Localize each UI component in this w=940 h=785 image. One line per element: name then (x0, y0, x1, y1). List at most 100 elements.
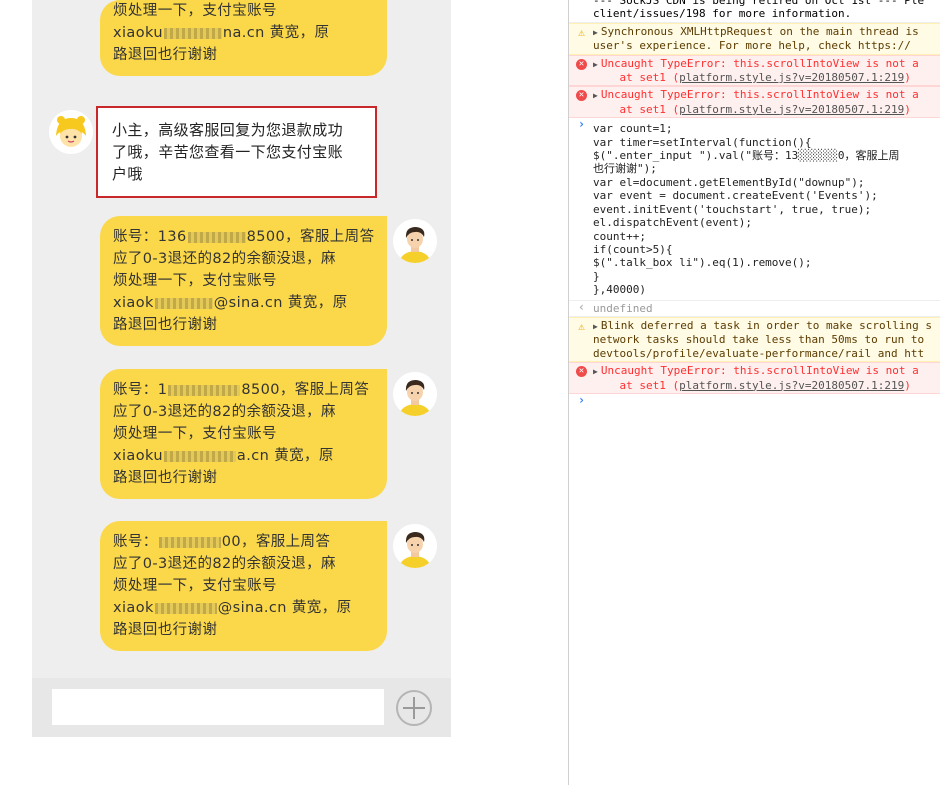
message-line: 烦处理一下，支付宝账号 (113, 270, 374, 292)
message-text: 应了0-3退还的82的余额没退，麻 (113, 404, 336, 420)
message-text: 烦处理一下，支付宝账号 (113, 273, 277, 289)
message-text: xiaoku (113, 25, 163, 41)
message-line: 应了0-3退还的82的余额没退，麻 (113, 401, 374, 423)
message-line: 路退回也行谢谢 (113, 314, 374, 336)
message-text: @sina.cn 黄宽，原 (217, 600, 352, 616)
message-text: 账号： (113, 534, 158, 550)
message-bubble: 烦处理一下，支付宝账号 xiaoku na.cn 黄宽，原 路退回也行谢谢 (100, 0, 387, 76)
console-message-text: --- SockJS CDN is being retired on Oct 1… (593, 0, 925, 21)
expand-triangle-icon[interactable]: ▶ (593, 60, 598, 69)
message-line: 烦处理一下，支付宝账号 (113, 0, 374, 22)
message-text: 烦处理一下，支付宝账号 (113, 578, 277, 594)
console-row-warn: ⚠ ▶ Blink deferred a task in order to make… (569, 316, 940, 363)
message-text: 账号：1 (113, 382, 168, 398)
redacted-mosaic (168, 384, 241, 396)
redacted-mosaic (187, 231, 246, 243)
message-text: 烦处理一下，支付宝账号 (113, 3, 277, 19)
message-line: 烦处理一下，支付宝账号 (113, 423, 374, 445)
message-text: @sina.cn 黄宽，原 (213, 295, 348, 311)
console-row-err: ✕ ▶ Uncaught TypeError: this.scrollIntoVie… (569, 362, 940, 394)
message-line: 路退回也行谢谢 (113, 619, 374, 641)
user-avatar (393, 524, 437, 568)
error-icon: ✕ (576, 90, 587, 102)
message-text: 应了0-3退还的82的余额没退，麻 (113, 556, 336, 572)
message-text: 路退回也行谢谢 (113, 622, 218, 638)
message-text: 路退回也行谢谢 (113, 470, 218, 486)
expand-triangle-icon[interactable]: ▶ (593, 322, 598, 331)
message-text: 应了0-3退还的82的余额没退，麻 (113, 251, 336, 267)
message-text: 8500，客服上周答 (246, 229, 375, 245)
console-message-text: undefined (593, 301, 653, 315)
console-row-err: ✕ ▶ Uncaught TypeError: this.scrollIntoVie… (569, 54, 940, 87)
console-row-prompt: › (569, 394, 940, 412)
console-row-info: --- SockJS CDN is being retired on Oct 1… (569, 0, 940, 23)
console-message-text: var count=1; var timer=setInterval(funct… (593, 122, 900, 297)
message-text: 账号：136 (113, 229, 187, 245)
add-button[interactable] (396, 690, 432, 726)
redacted-mosaic (154, 297, 213, 309)
message-bubble: 账号：1 8500，客服上周答应了0-3退还的82的余额没退，麻 烦处理一下，支付宝… (100, 369, 387, 499)
warning-icon: ⚠ (578, 25, 585, 39)
console-row-result: ‹ undefined (569, 301, 940, 317)
expand-triangle-icon[interactable]: ▶ (593, 91, 598, 100)
console-row-warn: ⚠ ▶ Synchronous XMLHttpRequest on the main… (569, 22, 940, 55)
message-input[interactable] (52, 689, 384, 725)
redacted-mosaic (154, 602, 217, 614)
message-text: xiaok (113, 295, 154, 311)
message-line: 路退回也行谢谢 (113, 467, 374, 489)
message-text: a.cn 黄宽，原 (236, 448, 334, 464)
redacted-mosaic (158, 536, 221, 548)
message-text: na.cn 黄宽，原 (222, 25, 330, 41)
message-line: 账号： 00，客服上周答 (113, 531, 374, 553)
message-line: xiaok @sina.cn 黄宽，原 (113, 597, 374, 619)
source-link-suffix: ) (904, 71, 911, 85)
message-text: xiaoku (113, 448, 163, 464)
support-avatar (49, 110, 93, 154)
redacted-mosaic (163, 27, 222, 39)
message-text: 了哦，辛苦您查看一下您支付宝账 (112, 143, 344, 161)
devtools-console: --- SockJS CDN is being retired on Oct 1… (569, 0, 940, 785)
message-line: xiaoku na.cn 黄宽，原 (113, 22, 374, 44)
user-avatar (393, 219, 437, 263)
return-icon: ‹ (577, 299, 586, 314)
message-text: 路退回也行谢谢 (113, 317, 218, 333)
source-link[interactable]: platform.style.js?v=20180507.1:219 (679, 379, 904, 392)
message-bubble: 账号：136 8500，客服上周答应了0-3退还的82的余额没退，麻 烦处理一下，支… (100, 216, 387, 346)
prompt-icon: › (577, 392, 586, 407)
source-link[interactable]: platform.style.js?v=20180507.1:219 (679, 71, 904, 84)
redacted-mosaic (163, 450, 236, 462)
message-line: 应了0-3退还的82的余额没退，麻 (113, 553, 374, 575)
input-bar (32, 678, 451, 737)
message-bubble: 账号： 00，客服上周答应了0-3退还的82的余额没退，麻 烦处理一下，支付宝账号 x… (100, 521, 387, 651)
expand-triangle-icon[interactable]: ▶ (593, 28, 598, 37)
message-line: 应了0-3退还的82的余额没退，麻 (113, 248, 374, 270)
console-message-text: Blink deferred a task in order to make s… (593, 318, 932, 360)
source-link-suffix: ) (904, 102, 911, 116)
chat-panel: 烦处理一下，支付宝账号 xiaoku na.cn 黄宽，原 路退回也行谢谢 小主，高级客… (32, 0, 451, 737)
message-text: 8500，客服上周答 (241, 382, 370, 398)
message-text: 00，客服上周答 (221, 534, 331, 550)
console-row-err: ✕ ▶ Uncaught TypeError: this.scrollIntoVie… (569, 86, 940, 119)
source-link-suffix: ) (904, 378, 911, 392)
message-line: 烦处理一下，支付宝账号 (113, 575, 374, 597)
source-link[interactable]: platform.style.js?v=20180507.1:219 (679, 103, 904, 116)
message-line: 路退回也行谢谢 (113, 44, 374, 66)
message-line: 户哦 (112, 163, 361, 185)
message-line: 小主，高级客服回复为您退款成功 (112, 119, 361, 141)
error-icon: ✕ (576, 366, 587, 378)
message-text: 户哦 (112, 165, 143, 183)
message-line: 账号：1 8500，客服上周答 (113, 379, 374, 401)
console-message-text: Synchronous XMLHttpRequest on the main t… (593, 24, 919, 53)
message-text: 小主，高级客服回复为您退款成功 (112, 121, 344, 139)
message-line: 账号：136 8500，客服上周答 (113, 226, 374, 248)
user-avatar (393, 372, 437, 416)
message-line: 了哦，辛苦您查看一下您支付宝账 (112, 141, 361, 163)
message-text: 烦处理一下，支付宝账号 (113, 426, 277, 442)
message-text: 路退回也行谢谢 (113, 47, 218, 63)
message-line: xiaoku a.cn 黄宽，原 (113, 445, 374, 467)
prompt-icon: › (577, 117, 586, 132)
console-row-input: › var count=1; var timer=setInterval(func… (569, 117, 940, 301)
highlighted-reply-bubble: 小主，高级客服回复为您退款成功 了哦，辛苦您查看一下您支付宝账 户哦 (96, 106, 377, 198)
expand-triangle-icon[interactable]: ▶ (593, 367, 598, 376)
message-text: xiaok (113, 600, 154, 616)
